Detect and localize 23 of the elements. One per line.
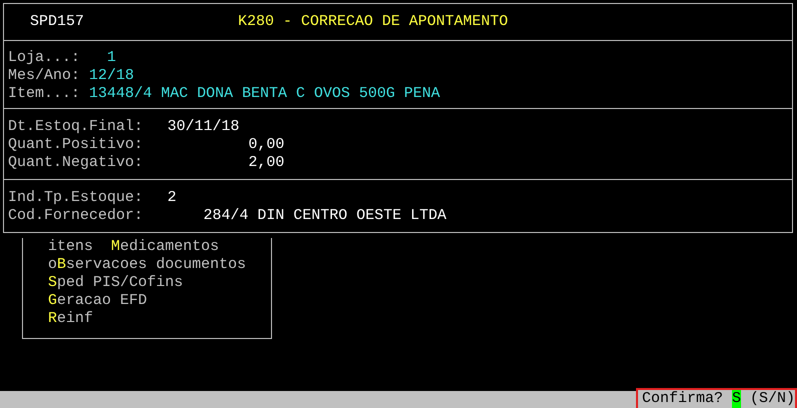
field-label: Mes/Ano: (8, 67, 82, 85)
menu-item[interactable]: oBservacoes documentos (48, 256, 246, 274)
field-label: Ind.Tp.Estoque: (8, 189, 144, 207)
menu-item[interactable]: Sped PIS/Cofins (48, 274, 184, 292)
menu-item[interactable]: itens Medicamentos (48, 238, 220, 256)
field-value: 13448/4 MAC DONA BENTA C OVOS 500G PENA (89, 85, 440, 103)
field-value: 12/18 (89, 67, 134, 85)
field-value: 1 (107, 49, 116, 67)
field-label: Dt.Estoq.Final: (8, 118, 144, 136)
field-label: Item...: (8, 85, 82, 103)
field-label: Quant.Positivo: (8, 136, 144, 154)
field-value: 0,00 (247, 136, 284, 154)
field-label: Cod.Fornecedor: (8, 207, 144, 225)
menu-item[interactable]: Reinf (48, 310, 94, 328)
field-value: 284/4 DIN CENTRO OESTE LTDA (203, 207, 446, 225)
program-code: SPD157 (30, 13, 86, 31)
field-value: 30/11/18 (167, 118, 240, 136)
field-label: Loja...: (8, 49, 82, 67)
field-label: Quant.Negativo: (8, 154, 144, 172)
menu-item[interactable]: Geracao EFD (48, 292, 148, 310)
field-value: 2,00 (247, 154, 284, 172)
screen-title: K280 - CORRECAO DE APONTAMENTO (238, 13, 508, 31)
field-value: 2 (167, 189, 176, 207)
